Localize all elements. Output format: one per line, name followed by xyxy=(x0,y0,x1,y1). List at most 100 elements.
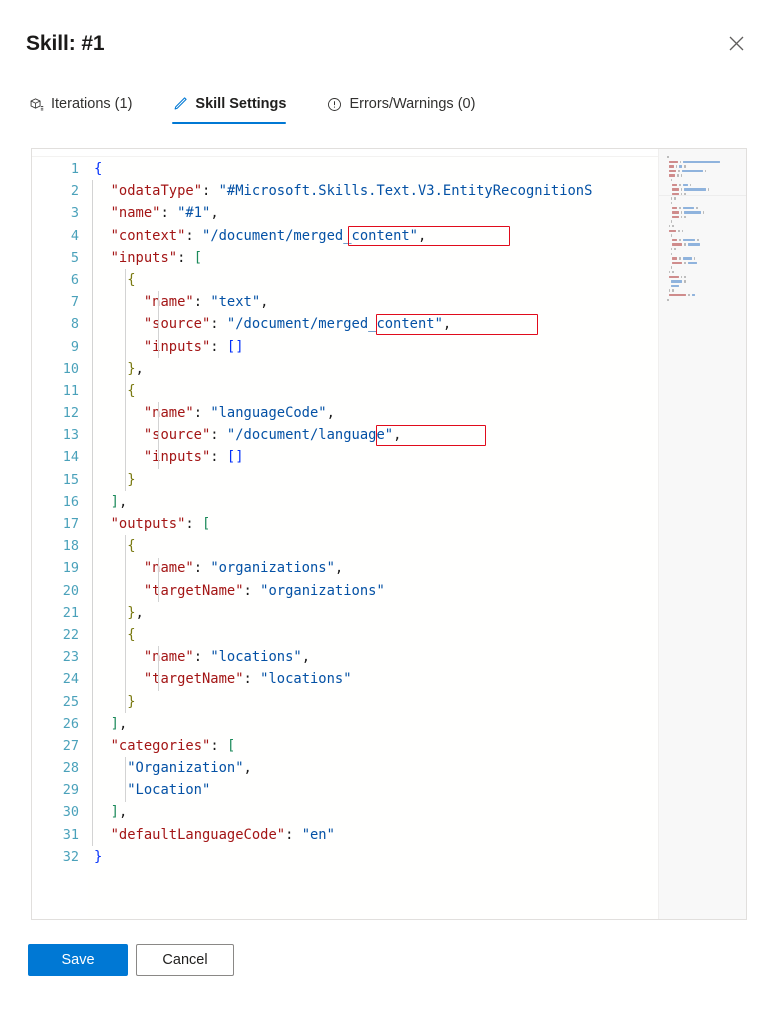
minimap-token xyxy=(684,280,686,283)
code-token: : xyxy=(210,427,227,444)
code-line[interactable]: { xyxy=(94,269,659,291)
code-token: , xyxy=(118,493,128,510)
minimap-token xyxy=(679,183,681,187)
code-line[interactable]: "targetName": "organizations" xyxy=(94,580,659,602)
minimap-token xyxy=(679,257,681,260)
minimap-token xyxy=(681,169,703,173)
minimap-token xyxy=(668,275,679,278)
code-line[interactable]: } xyxy=(94,846,659,868)
line-number: 22 xyxy=(62,626,79,643)
code-line[interactable]: "name": "#1", xyxy=(94,202,659,224)
code-line[interactable]: "inputs": [] xyxy=(94,446,659,468)
code-line[interactable]: "source": "/document/language", xyxy=(94,424,659,446)
code-line[interactable]: "name": "organizations", xyxy=(94,557,659,579)
code-token: , xyxy=(301,649,310,666)
code-line[interactable]: "inputs": [] xyxy=(94,336,659,358)
tab-skill-settings[interactable]: Skill Settings xyxy=(170,94,296,124)
line-number: 13 xyxy=(62,427,79,444)
code-token: : xyxy=(210,449,227,466)
code-line[interactable]: "source": "/document/merged_content", xyxy=(94,313,659,335)
minimap-token xyxy=(668,225,671,228)
code-token: "organizations" xyxy=(210,560,335,577)
line-number: 6 xyxy=(70,271,79,288)
code-line[interactable]: "context": "/document/merged_content", xyxy=(94,225,659,247)
code-token: : xyxy=(210,316,227,333)
minimap-token xyxy=(704,169,707,173)
code-content[interactable]: { "odataType": "#Microsoft.Skills.Text.V… xyxy=(92,158,659,919)
code-token: "/document/merged_content" xyxy=(202,227,418,244)
code-line[interactable]: ], xyxy=(94,801,659,823)
code-line[interactable]: "odataType": "#Microsoft.Skills.Text.V3.… xyxy=(94,180,659,202)
code-line[interactable]: }, xyxy=(94,358,659,380)
minimap-token xyxy=(668,160,678,164)
code-token: "odataType" xyxy=(110,183,202,200)
code-line[interactable]: "name": "text", xyxy=(94,291,659,313)
tab-iterations[interactable]: Iterations (1) xyxy=(26,94,142,124)
line-number: 15 xyxy=(62,471,79,488)
code-line[interactable]: } xyxy=(94,469,659,491)
code-token: "name" xyxy=(143,294,194,311)
code-line[interactable]: "defaultLanguageCode": "en" xyxy=(94,824,659,846)
code-token: , xyxy=(393,427,402,444)
code-line[interactable]: "Location" xyxy=(94,779,659,801)
code-line[interactable]: "name": "languageCode", xyxy=(94,402,659,424)
json-code-editor[interactable]: 1 2 3 4 5 6 7 8 9 10 11 12 13 14 15 16 17 18 19 20 21 22 23 24 2… xyxy=(31,148,747,920)
minimap-token xyxy=(696,206,698,210)
code-viewport[interactable]: 1 2 3 4 5 6 7 8 9 10 11 12 13 14 15 16 17 18 19 20 21 22 23 24 2… xyxy=(32,158,659,919)
code-token: : xyxy=(202,183,219,200)
line-number: 7 xyxy=(70,294,79,311)
code-line[interactable]: "targetName": "locations" xyxy=(94,668,659,690)
editor-minimap[interactable] xyxy=(658,149,746,919)
save-button[interactable]: Save xyxy=(28,944,128,976)
minimap-token xyxy=(682,206,695,210)
close-button[interactable] xyxy=(720,30,752,62)
code-line[interactable]: "outputs": [ xyxy=(94,513,659,535)
code-token: , xyxy=(334,560,344,577)
minimap-token xyxy=(680,211,683,214)
code-line[interactable]: }, xyxy=(94,602,659,624)
line-number: 16 xyxy=(62,493,79,510)
code-line[interactable]: { xyxy=(94,624,659,646)
minimap-token xyxy=(688,293,690,297)
cancel-button[interactable]: Cancel xyxy=(136,944,234,976)
code-token: "text" xyxy=(210,294,261,311)
minimap-token xyxy=(674,197,676,200)
pencil-edit-icon xyxy=(172,96,188,112)
code-line[interactable]: { xyxy=(94,535,659,557)
code-line[interactable]: "Organization", xyxy=(94,757,659,779)
code-token: : xyxy=(243,582,261,599)
close-icon xyxy=(729,36,744,56)
minimap-token xyxy=(670,197,673,200)
code-line[interactable]: "inputs": [ xyxy=(94,247,659,269)
indent-guide xyxy=(125,269,126,491)
line-number: 10 xyxy=(62,360,79,377)
code-token: : xyxy=(160,205,178,222)
code-line[interactable]: { xyxy=(94,158,659,180)
code-token: "name" xyxy=(143,405,194,422)
code-token: , xyxy=(260,294,269,311)
code-token: "organizations" xyxy=(260,582,385,599)
tab-errors-warnings[interactable]: Errors/Warnings (0) xyxy=(324,94,485,124)
code-token: "context" xyxy=(110,227,186,244)
minimap-content xyxy=(667,155,742,302)
code-token: , xyxy=(243,760,252,777)
minimap-token xyxy=(683,160,721,164)
line-number: 17 xyxy=(62,516,79,532)
code-line[interactable]: } xyxy=(94,691,659,713)
minimap-token xyxy=(689,183,692,187)
minimap-token xyxy=(672,215,679,219)
code-line[interactable]: "name": "locations", xyxy=(94,646,659,668)
minimap-token xyxy=(679,238,681,242)
minimap-token xyxy=(684,188,706,191)
minimap-token xyxy=(679,160,682,164)
code-line[interactable]: "categories": [ xyxy=(94,735,659,757)
code-line[interactable]: ], xyxy=(94,713,659,735)
code-line[interactable]: { xyxy=(94,380,659,402)
code-token: : xyxy=(177,249,194,266)
code-line[interactable]: ], xyxy=(94,491,659,513)
minimap-token xyxy=(672,261,683,265)
